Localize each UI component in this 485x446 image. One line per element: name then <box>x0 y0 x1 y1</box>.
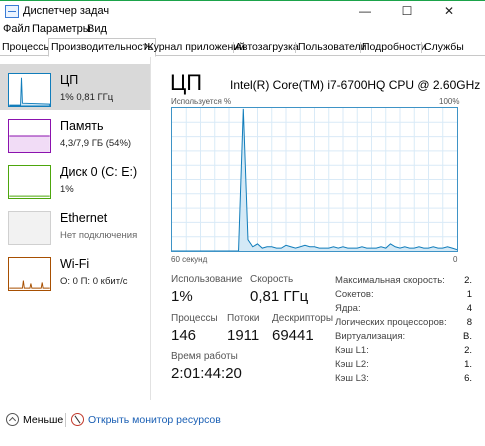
open-resource-monitor-link[interactable]: Открыть монитор ресурсов <box>88 414 221 426</box>
uptime-value: 2:01:44:20 <box>171 365 242 382</box>
cpu-mini-graph <box>8 73 51 107</box>
sidebar-item-label: Память <box>60 119 104 133</box>
spec-l1-label: Кэш L1: <box>335 345 369 356</box>
footer: Меньше Открыть монитор ресурсов <box>0 408 485 432</box>
spec-sockets-label: Сокетов: <box>335 289 374 300</box>
minimize-button[interactable]: — <box>348 1 382 22</box>
sidebar-item-disk[interactable]: Диск 0 (C: E:) 1% <box>0 156 150 202</box>
tab-startup[interactable]: Автозагрузка <box>235 40 299 56</box>
cpu-panel: ЦП Intel(R) Core(TM) i7-6700HQ CPU @ 2.6… <box>160 57 480 400</box>
menu-view[interactable]: Вид <box>87 23 107 35</box>
spec-cores-value: 4 <box>466 303 472 314</box>
sidebar-item-cpu[interactable]: ЦП 1% 0,81 ГГц <box>0 64 150 110</box>
tab-divider <box>233 42 234 53</box>
wifi-mini-graph <box>8 257 51 291</box>
spec-l3-value: 6. <box>464 373 472 384</box>
spec-virtualization-value: В. <box>463 331 472 342</box>
window-title: Диспетчер задач <box>23 5 110 17</box>
processes-value: 146 <box>171 327 197 344</box>
spec-l2-label: Кэш L2: <box>335 359 369 370</box>
sidebar-item-label: Ethernet <box>60 211 108 225</box>
chevron-up-icon[interactable] <box>6 413 19 426</box>
graph-x-zero: 0 <box>453 255 458 264</box>
graph-y-label: Используется % <box>171 97 232 106</box>
tab-divider <box>421 42 422 53</box>
spec-logical-value: 8 <box>466 317 472 328</box>
graph-y-max: 100% <box>439 97 460 106</box>
sidebar-item-wifi[interactable]: Wi-Fi О: 0 П: 0 кбит/с <box>0 248 150 294</box>
spec-l2-value: 1. <box>464 359 472 370</box>
spec-l3-label: Кэш L3: <box>335 373 369 384</box>
uptime-label: Время работы <box>171 351 238 362</box>
sidebar-item-value: 1% <box>60 184 74 195</box>
menu-options[interactable]: Параметры <box>32 23 91 35</box>
processes-label: Процессы <box>171 313 218 324</box>
tab-app-history[interactable]: Журнал приложений <box>144 40 245 56</box>
resource-monitor-icon[interactable] <box>71 413 84 426</box>
tab-divider <box>360 42 361 53</box>
close-button[interactable]: ✕ <box>432 1 466 22</box>
spec-logical-label: Логических процессоров: <box>335 317 447 328</box>
tab-processes[interactable]: Процессы <box>2 40 51 56</box>
memory-mini-graph <box>8 119 51 153</box>
page-title: ЦП <box>170 70 203 95</box>
sidebar-item-value: О: 0 П: 0 кбит/с <box>60 276 128 287</box>
speed-value: 0,81 ГГц <box>250 288 309 305</box>
threads-value: 1911 <box>227 327 260 344</box>
spec-virtualization-label: Виртуализация: <box>335 331 406 342</box>
graph-x-label: 60 секунд <box>171 255 208 264</box>
speed-label: Скорость <box>250 274 294 285</box>
menu-file[interactable]: Файл <box>3 23 30 35</box>
resource-sidebar: ЦП 1% 0,81 ГГц Память 4,3/7,9 ГБ (54%) Д… <box>0 57 151 400</box>
spec-l1-value: 2. <box>464 345 472 356</box>
spec-sockets-value: 1 <box>466 289 472 300</box>
fewer-details-button[interactable]: Меньше <box>23 414 63 426</box>
threads-label: Потоки <box>227 313 260 324</box>
sidebar-item-value: 4,3/7,9 ГБ (54%) <box>60 138 132 149</box>
sidebar-item-value: 1% 0,81 ГГц <box>60 92 114 103</box>
cpu-model: Intel(R) Core(TM) i7-6700HQ CPU @ 2.60GH… <box>230 78 481 92</box>
menu-bar: Файл Параметры Вид <box>0 22 485 38</box>
title-bar: Диспетчер задач — ☐ ✕ <box>0 0 485 22</box>
spec-max-speed-label: Максимальная скорость: <box>335 275 445 286</box>
tab-divider <box>295 42 296 53</box>
sidebar-item-label: Диск 0 (C: E:) <box>60 165 138 179</box>
usage-label: Использование <box>171 274 243 285</box>
sidebar-item-memory[interactable]: Память 4,3/7,9 ГБ (54%) <box>0 110 150 156</box>
tab-bar: Процессы Производительность Журнал прило… <box>0 38 485 57</box>
tab-performance[interactable]: Производительность <box>48 38 156 57</box>
ethernet-mini-graph <box>8 211 51 245</box>
spec-cores-label: Ядра: <box>335 303 361 314</box>
handles-value: 69441 <box>272 327 314 344</box>
footer-divider <box>65 413 66 427</box>
tab-users[interactable]: Пользователи <box>298 40 367 56</box>
tab-details[interactable]: Подробности <box>362 40 427 56</box>
spec-max-speed-value: 2. <box>464 275 472 286</box>
task-manager-icon <box>5 5 19 18</box>
sidebar-item-ethernet[interactable]: Ethernet Нет подключения <box>0 202 150 248</box>
sidebar-item-label: Wi-Fi <box>60 257 90 271</box>
maximize-button[interactable]: ☐ <box>390 1 424 22</box>
handles-label: Дескрипторы <box>272 313 334 324</box>
disk-mini-graph <box>8 165 51 199</box>
tab-services[interactable]: Службы <box>424 40 464 56</box>
usage-value: 1% <box>171 288 193 305</box>
cpu-usage-graph <box>171 107 458 252</box>
sidebar-item-value: Нет подключения <box>60 230 138 241</box>
sidebar-item-label: ЦП <box>60 73 79 87</box>
